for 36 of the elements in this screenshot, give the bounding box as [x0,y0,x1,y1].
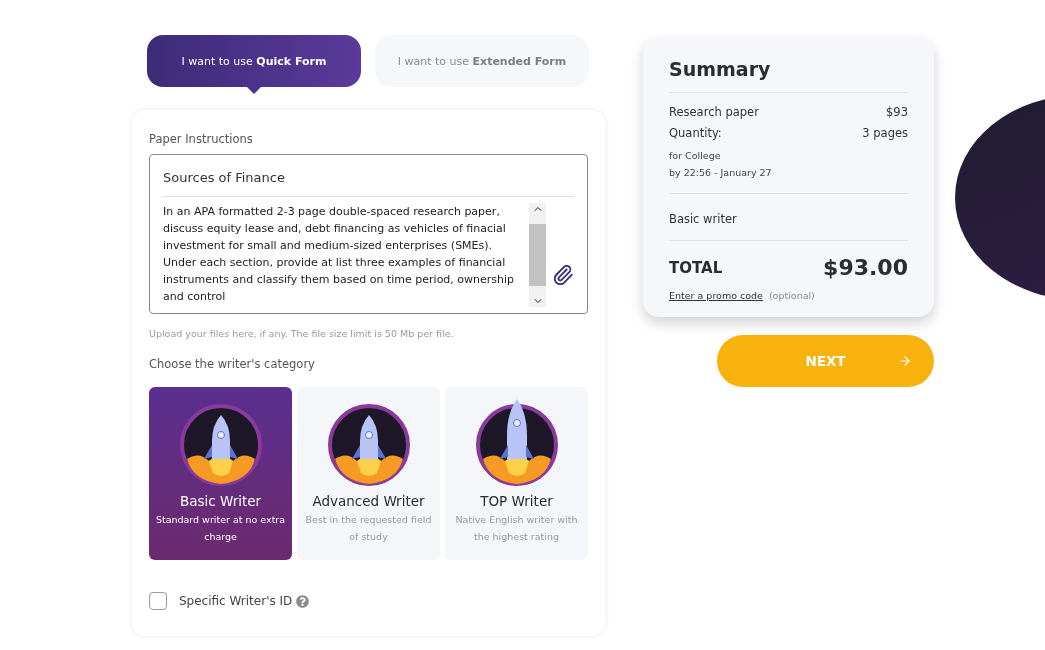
instructions-field[interactable] [149,154,588,314]
writer-description: Best in the requested field of study [304,513,433,544]
scrollbar[interactable] [529,203,546,307]
summary-value: 3 pages [862,126,908,140]
field-label: Paper Instructions [149,132,254,146]
summary-title: Summary [669,58,908,93]
order-detail: by 22:56 - January 27 [669,166,773,180]
writer-description: Standard writer at no extra charge [154,513,287,544]
paperclip-icon[interactable] [552,264,574,286]
summary-label: Research paper [669,105,759,119]
writer-description: Native English writer with the highest rating [454,513,579,544]
writer-name: TOP Writer [480,493,553,509]
upload-hint: Upload your files here, if any. The file size limit is 50 Mb per file. [149,328,455,339]
summary-value: $93 [886,105,908,119]
topic-text: Sources of Finance [163,155,574,197]
writer-name: Basic Writer [179,493,262,509]
writer-level: Basic writer [669,194,908,241]
form-tab[interactable]: I want to use Quick Form [147,35,361,87]
writer-option-card[interactable]: Basic Writer Standard writer at no extra charge [149,387,292,560]
total-label: TOTAL [669,258,723,277]
tab-pointer [247,87,261,94]
total-price: $93.00 [823,255,908,280]
help-icon[interactable] [296,594,310,608]
checkbox[interactable] [149,592,167,610]
checkbox-label: Specific Writer's ID [179,594,293,608]
promo-code-link[interactable]: Enter a promo code [669,290,763,301]
arrow-right-icon [898,354,912,368]
promo-note: (optional) [768,290,815,301]
summary-label: Quantity: [669,126,722,140]
form-tab[interactable]: I want to use Extended Form [375,35,589,87]
writer-name: Advanced Writer [312,493,425,509]
writer-option-card[interactable]: TOP Writer Native English writer with the highest rating [445,387,588,560]
instructions-text: In an APA formatted 2-3 page double-spaced research paper, discuss equity lease and, debt financing as vehicles of finacial investment for small and medium-sized enterprises (SMEs). Under each section, provide at list three examples of financial instruments and classify them based on time period, ownership and control [163,204,516,305]
section-label: Choose the writer's category [149,357,316,371]
writer-option-card[interactable]: Advanced Writer Best in the requested field of study [297,387,440,560]
order-detail: for College [669,149,722,163]
